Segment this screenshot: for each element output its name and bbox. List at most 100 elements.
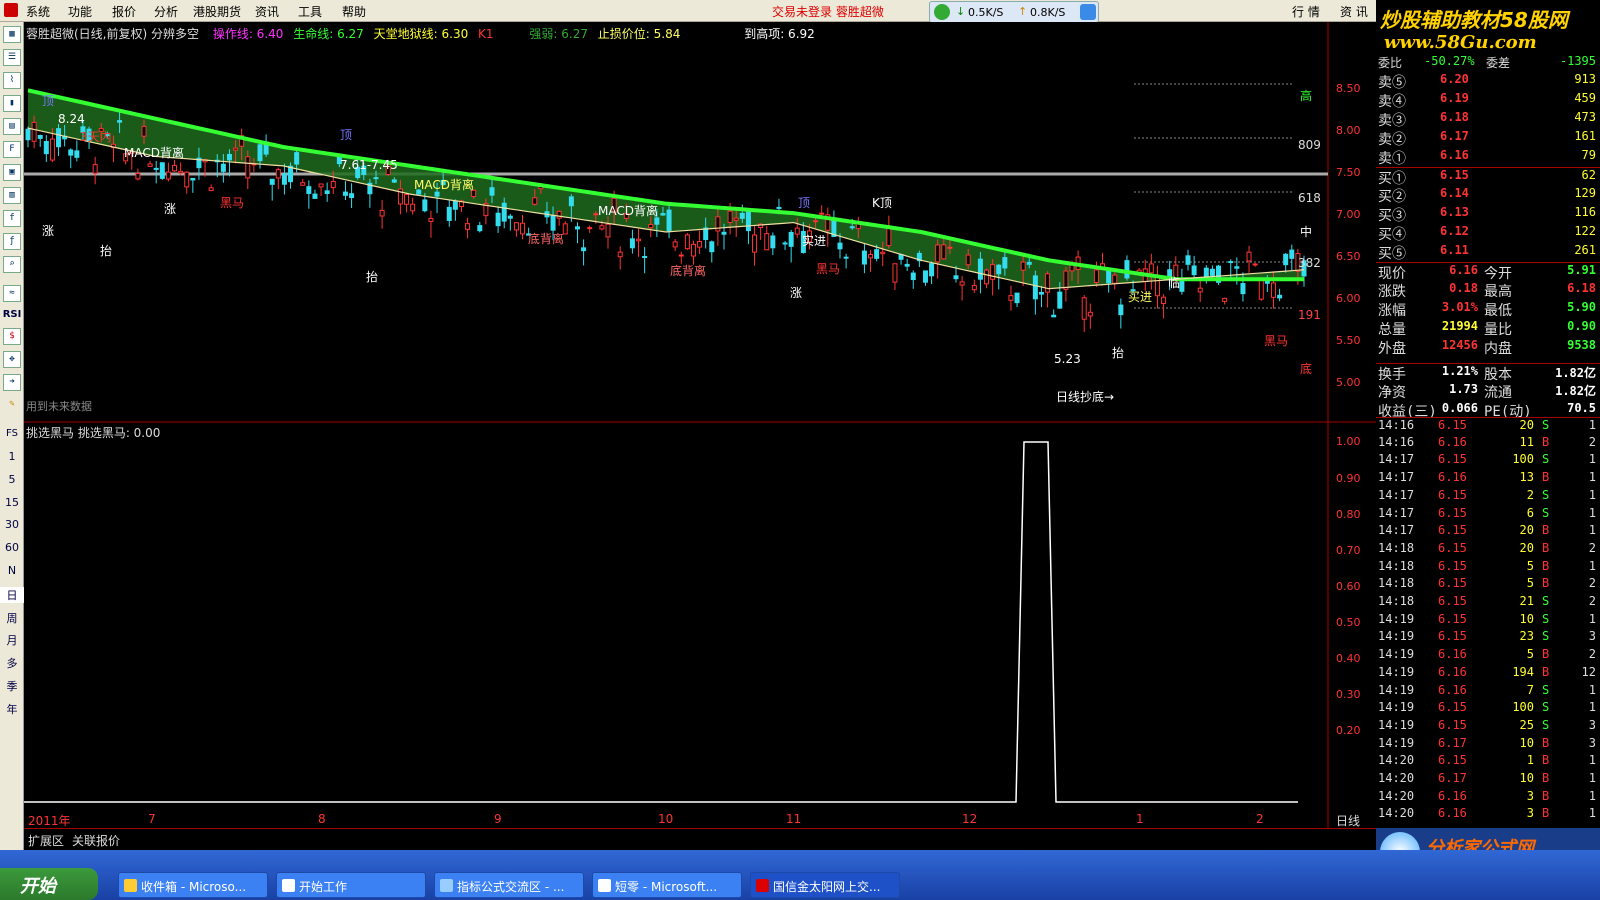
candle-body bbox=[1124, 260, 1130, 279]
tick-volume: 21 bbox=[1519, 594, 1534, 608]
menu-tools[interactable]: 工具 bbox=[298, 3, 322, 20]
tick-volume: 3 bbox=[1526, 806, 1534, 821]
task-start-work[interactable]: 开始工作 bbox=[276, 872, 426, 898]
period-60min[interactable]: 60 bbox=[0, 541, 24, 554]
tick-time: 14:19 bbox=[1378, 682, 1415, 697]
toolbar-fiz-icon[interactable]: f bbox=[3, 210, 21, 227]
menu-function[interactable]: 功能 bbox=[68, 3, 92, 20]
toolbar-move-icon[interactable]: ✥ bbox=[3, 351, 21, 368]
period-year[interactable]: 年 bbox=[0, 701, 24, 717]
start-button[interactable]: 开始 bbox=[0, 868, 98, 900]
tick-price: 6.15 bbox=[1438, 487, 1467, 502]
toolbar-kline-icon[interactable]: ▮ bbox=[3, 95, 21, 112]
refresh-icon[interactable] bbox=[1080, 4, 1096, 20]
period-day[interactable]: 日 bbox=[0, 587, 24, 603]
menu-help[interactable]: 帮助 bbox=[342, 3, 366, 20]
candle-body bbox=[1277, 294, 1283, 299]
toolbar-pencil-icon[interactable]: ✎ bbox=[3, 397, 21, 414]
candle-body bbox=[1222, 297, 1228, 302]
tick-row: 14:19 6.16 5 B 2 bbox=[1376, 647, 1600, 665]
candle-body bbox=[43, 141, 49, 155]
tick-time: 14:19 bbox=[1378, 700, 1415, 715]
task-inbox[interactable]: 收件箱 - Microso... bbox=[118, 872, 268, 898]
task-word[interactable]: 短零 - Microsoft... bbox=[592, 872, 742, 898]
tick-side: B bbox=[1542, 664, 1550, 679]
candle-body bbox=[288, 165, 294, 183]
candle-body bbox=[532, 197, 538, 205]
menu-quote[interactable]: 报价 bbox=[112, 3, 136, 20]
toolbar-wave-icon[interactable]: ≈ bbox=[3, 285, 21, 302]
tick-price: 6.15 bbox=[1438, 418, 1467, 432]
tick-count: 1 bbox=[1588, 753, 1596, 768]
tick-time: 14:19 bbox=[1378, 629, 1415, 644]
kline-chart-area[interactable]: 蓉胜超微(日线,前复权) 分辨多空 操作线: 6.40 生命线: 6.27 天堂… bbox=[24, 22, 1376, 850]
stat-value: 9538 bbox=[1567, 338, 1596, 352]
task-label: 开始工作 bbox=[299, 880, 348, 894]
annotation-top-1: 顶 bbox=[42, 94, 55, 108]
tab-quotes[interactable]: 行 情 bbox=[1292, 3, 1320, 20]
toolbar-board-icon[interactable]: ▥ bbox=[3, 187, 21, 204]
doc-icon bbox=[282, 879, 295, 892]
black-horse-signal-line bbox=[24, 441, 1298, 803]
tab-news[interactable]: 资 讯 bbox=[1340, 3, 1368, 20]
menu-news[interactable]: 资讯 bbox=[255, 3, 279, 20]
tick-count: 1 bbox=[1588, 505, 1596, 520]
order-volume: 79 bbox=[1581, 148, 1596, 162]
period-15min[interactable]: 15 bbox=[0, 496, 24, 509]
toolbar-fio-icon[interactable]: F bbox=[3, 141, 21, 158]
order-volume: 459 bbox=[1574, 91, 1596, 105]
down-speed: 0.5K/S bbox=[968, 6, 1004, 19]
candle-body bbox=[660, 213, 666, 216]
candle-body bbox=[922, 270, 928, 283]
ratio-label: 委比 bbox=[1378, 56, 1403, 70]
toolbar-export-icon[interactable]: ➜ bbox=[3, 374, 21, 391]
candle-body bbox=[739, 212, 745, 219]
outlook-icon bbox=[124, 879, 137, 892]
tick-row: 14:20 6.15 1 B 1 bbox=[1376, 753, 1600, 771]
period-n[interactable]: N bbox=[0, 564, 24, 577]
order-label: 买② bbox=[1378, 189, 1406, 205]
tab-related-quotes[interactable]: 关联报价 bbox=[72, 832, 120, 849]
period-month[interactable]: 月 bbox=[0, 632, 24, 648]
stat-label: 涨跌 bbox=[1378, 284, 1406, 300]
menu-analysis[interactable]: 分析 bbox=[154, 3, 178, 20]
candle-body bbox=[965, 254, 971, 266]
tick-row: 14:20 6.16 3 B 1 bbox=[1376, 789, 1600, 807]
period-week[interactable]: 周 bbox=[0, 610, 24, 626]
toolbar-rsi[interactable]: RSI bbox=[0, 309, 24, 320]
quote-panel: 委比 -50.27% 委差 -1395 卖⑤ 6.20 913 卖④ 6.19 … bbox=[1376, 54, 1600, 848]
candle-body bbox=[147, 163, 153, 167]
period-1min[interactable]: 1 bbox=[0, 450, 24, 463]
toolbar-search-icon[interactable]: ⌕ bbox=[3, 256, 21, 273]
guoxin-icon bbox=[756, 879, 769, 892]
brand-banner: 炒股辅助教材58股网 www.58Gu.com bbox=[1376, 0, 1600, 60]
task-guoxin[interactable]: 国信金太阳网上交... bbox=[750, 872, 900, 898]
toolbar-list-icon[interactable]: ☰ bbox=[3, 49, 21, 66]
candle-body bbox=[501, 202, 507, 222]
period-30min[interactable]: 30 bbox=[0, 518, 24, 531]
tick-time: 14:20 bbox=[1378, 788, 1415, 803]
order-price: 6.15 bbox=[1440, 168, 1469, 182]
toolbar-dollar-icon[interactable]: $ bbox=[3, 328, 21, 345]
candle-body bbox=[996, 264, 1002, 275]
toolbar-line-chart-icon[interactable]: ⌇ bbox=[3, 72, 21, 89]
menu-hk-futures[interactable]: 港股期货 bbox=[193, 3, 241, 20]
tick-row: 14:18 6.15 5 B 1 bbox=[1376, 559, 1600, 577]
task-formula-forum[interactable]: 指标公式交流区 - ... bbox=[434, 872, 584, 898]
tab-extension[interactable]: 扩展区 bbox=[28, 832, 64, 849]
toolbar-quote-icon[interactable]: ▦ bbox=[3, 26, 21, 43]
period-5min[interactable]: 5 bbox=[0, 473, 24, 486]
toolbar-note-icon[interactable]: ▣ bbox=[3, 164, 21, 181]
candle-body bbox=[971, 284, 977, 291]
fib-label-bottom: 底 bbox=[1300, 362, 1313, 376]
period-quarter[interactable]: 季 bbox=[0, 678, 24, 694]
toolbar-fs[interactable]: FS bbox=[0, 428, 24, 439]
sub-tick: 0.90 bbox=[1336, 472, 1361, 485]
stat-label: 股本 bbox=[1484, 367, 1512, 383]
toolbar-fx-icon[interactable]: ƒ bbox=[3, 233, 21, 250]
menu-system[interactable]: 系统 bbox=[26, 3, 50, 20]
period-multi[interactable]: 多 bbox=[0, 655, 24, 671]
up-arrow-icon: ↑ bbox=[1018, 5, 1028, 18]
stat-value: 0.066 bbox=[1441, 401, 1478, 415]
toolbar-table-icon[interactable]: ▤ bbox=[3, 118, 21, 135]
